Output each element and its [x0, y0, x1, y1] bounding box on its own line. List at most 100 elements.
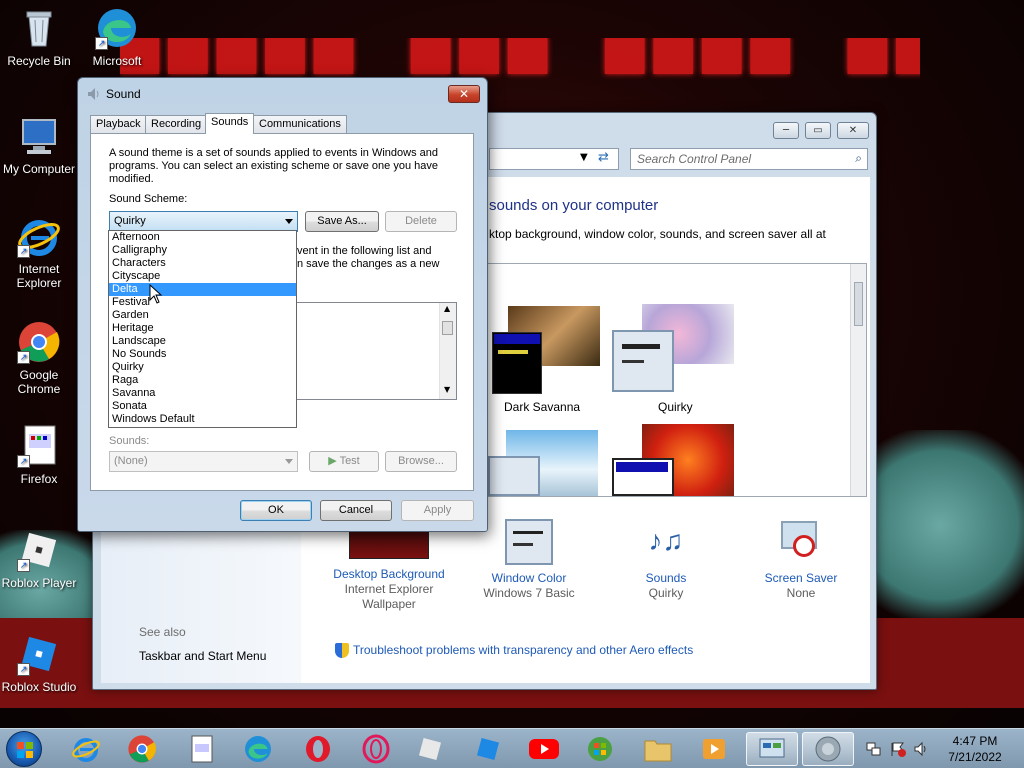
desktop-icon-recycle-bin[interactable]: Recycle Bin	[0, 6, 78, 68]
media-player-icon	[703, 739, 725, 759]
search-input[interactable]: Search Control Panel ⌕	[630, 148, 868, 170]
event-instructions-partial-1: vent in the following list and	[297, 245, 432, 257]
dropdown-option-calligraphy[interactable]: Calligraphy	[109, 244, 296, 257]
dropdown-option-savanna[interactable]: Savanna	[109, 387, 296, 400]
search-icon[interactable]: ⌕	[855, 151, 862, 166]
tab-playback[interactable]: Playback	[90, 115, 147, 134]
chevron-down-icon[interactable]	[285, 219, 293, 224]
desktop-icon-label: My Computer	[2, 162, 76, 176]
taskbar-opera-gx[interactable]	[350, 732, 402, 766]
taskbar-windows-update[interactable]	[574, 732, 626, 766]
desktop-background-item[interactable]: Desktop Background Internet Explorer Wal…	[319, 523, 459, 612]
dropdown-option-afternoon[interactable]: Afternoon	[109, 231, 296, 244]
firefox-file-icon: ↗	[17, 424, 61, 468]
taskbar-clock[interactable]: 4:47 PM 7/21/2022	[940, 733, 1010, 765]
dropdown-option-raga[interactable]: Raga	[109, 374, 296, 387]
taskbar-opera[interactable]	[292, 732, 344, 766]
dropdown-option-characters[interactable]: Characters	[109, 257, 296, 270]
desktop-background-link[interactable]: Desktop Background	[319, 567, 459, 582]
desktop-icon-my-computer[interactable]: My Computer	[0, 114, 78, 176]
dropdown-option-landscape[interactable]: Landscape	[109, 335, 296, 348]
sound-scheme-dropdown-list[interactable]: Afternoon Calligraphy Characters Citysca…	[108, 230, 297, 428]
action-center-flag-icon[interactable]	[890, 741, 906, 757]
desktop-icon-google-chrome[interactable]: ↗ Google Chrome	[0, 320, 78, 396]
browse-button[interactable]: Browse...	[385, 451, 457, 472]
roblox-player-icon: ↗	[17, 528, 61, 572]
dropdown-option-delta[interactable]: Delta	[109, 283, 296, 296]
test-button[interactable]: ▶ Test	[309, 451, 379, 472]
apply-button[interactable]: Apply	[401, 500, 474, 521]
taskbar-sound[interactable]	[802, 732, 854, 766]
dropdown-option-sonata[interactable]: Sonata	[109, 400, 296, 413]
taskbar-edge[interactable]	[232, 732, 284, 766]
chevron-up-icon[interactable]: ▲	[444, 304, 450, 313]
clock-date: 7/21/2022	[948, 750, 1002, 764]
taskbar-internet-explorer[interactable]	[60, 732, 112, 766]
troubleshoot-link[interactable]: Troubleshoot problems with transparency …	[353, 643, 693, 657]
theme-quirky[interactable]	[612, 304, 736, 396]
taskbar-roblox-studio[interactable]	[462, 732, 514, 766]
shortcut-arrow-icon: ↗	[95, 37, 108, 50]
taskbar-control-panel[interactable]	[746, 732, 798, 766]
delete-button[interactable]: Delete	[385, 211, 457, 232]
network-icon[interactable]	[866, 741, 882, 757]
chevron-down-icon[interactable]: ▼	[580, 152, 588, 163]
ok-button[interactable]: OK	[240, 500, 312, 521]
volume-icon[interactable]	[914, 741, 930, 757]
close-button[interactable]: ✕	[448, 85, 480, 103]
theme-landscape[interactable]	[488, 430, 600, 496]
events-scrollbar[interactable]: ▲ ▼	[439, 303, 456, 399]
window-color-link[interactable]: Window Color	[459, 571, 599, 586]
taskbar-chrome[interactable]	[116, 732, 168, 766]
edge-icon	[245, 736, 271, 762]
desktop-icon-roblox-studio[interactable]: ↗ Roblox Studio	[0, 632, 78, 694]
tab-communications[interactable]: Communications	[253, 115, 347, 134]
desktop-icon-firefox[interactable]: ↗ Firefox	[0, 424, 78, 486]
dropdown-option-garden[interactable]: Garden	[109, 309, 296, 322]
screen-saver-link[interactable]: Screen Saver	[731, 571, 871, 586]
taskbar-file[interactable]	[176, 732, 228, 766]
save-as-button[interactable]: Save As...	[305, 211, 379, 232]
taskbar-media-player[interactable]	[688, 732, 740, 766]
sound-scheme-select[interactable]: Quirky	[109, 211, 298, 232]
cancel-button[interactable]: Cancel	[320, 500, 392, 521]
minimize-button[interactable]: ─	[773, 122, 799, 139]
address-bar[interactable]: ▼ ⇄	[489, 148, 619, 170]
tab-recording[interactable]: Recording	[145, 115, 208, 134]
opera-icon	[306, 736, 330, 762]
refresh-icon[interactable]: ⇄	[598, 150, 609, 165]
close-button[interactable]: ✕	[837, 122, 869, 139]
start-button[interactable]	[6, 731, 42, 767]
chevron-down-icon[interactable]: ▼	[444, 385, 450, 394]
roblox-player-icon	[418, 737, 442, 761]
maximize-button[interactable]: ▭	[805, 122, 831, 139]
scheme-label: Sound Scheme:	[109, 193, 188, 205]
dropdown-option-quirky[interactable]: Quirky	[109, 361, 296, 374]
desktop-icon-roblox-player[interactable]: ↗ Roblox Player	[0, 528, 78, 590]
sounds-select[interactable]: (None)	[109, 451, 298, 472]
taskbar-youtube[interactable]	[518, 732, 570, 766]
sounds-link[interactable]: Sounds	[596, 571, 736, 586]
dropdown-option-festival[interactable]: Festival	[109, 296, 296, 309]
taskbar-explorer[interactable]	[632, 732, 684, 766]
desktop-icon-internet-explorer[interactable]: ↗ Internet Explorer	[0, 214, 78, 290]
search-placeholder: Search Control Panel	[637, 152, 752, 166]
screen-saver-item[interactable]: Screen Saver None	[731, 519, 871, 601]
theme-dark-savanna[interactable]	[492, 306, 600, 394]
taskbar-start-menu-link[interactable]: Taskbar and Start Menu	[139, 649, 266, 663]
themes-list[interactable]: Dark Savanna Quirky	[487, 263, 867, 497]
chrome-icon: ↗	[17, 320, 61, 364]
themes-scrollbar[interactable]	[850, 264, 866, 496]
sounds-item[interactable]: ♪♫ Sounds Quirky	[596, 519, 736, 601]
dropdown-option-cityscape[interactable]: Cityscape	[109, 270, 296, 283]
desktop-icon-microsoft-edge[interactable]: ↗ Microsoft	[78, 6, 156, 68]
theme-flowers[interactable]	[612, 424, 736, 496]
dropdown-option-heritage[interactable]: Heritage	[109, 322, 296, 335]
tab-sounds[interactable]: Sounds	[205, 113, 255, 134]
page-title: sounds on your computer	[489, 197, 659, 214]
taskbar-roblox-player[interactable]	[404, 732, 456, 766]
dropdown-option-windows-default[interactable]: Windows Default	[109, 413, 296, 426]
screen-saver-icon	[777, 519, 825, 565]
dropdown-option-no-sounds[interactable]: No Sounds	[109, 348, 296, 361]
shortcut-arrow-icon: ↗	[17, 455, 30, 468]
